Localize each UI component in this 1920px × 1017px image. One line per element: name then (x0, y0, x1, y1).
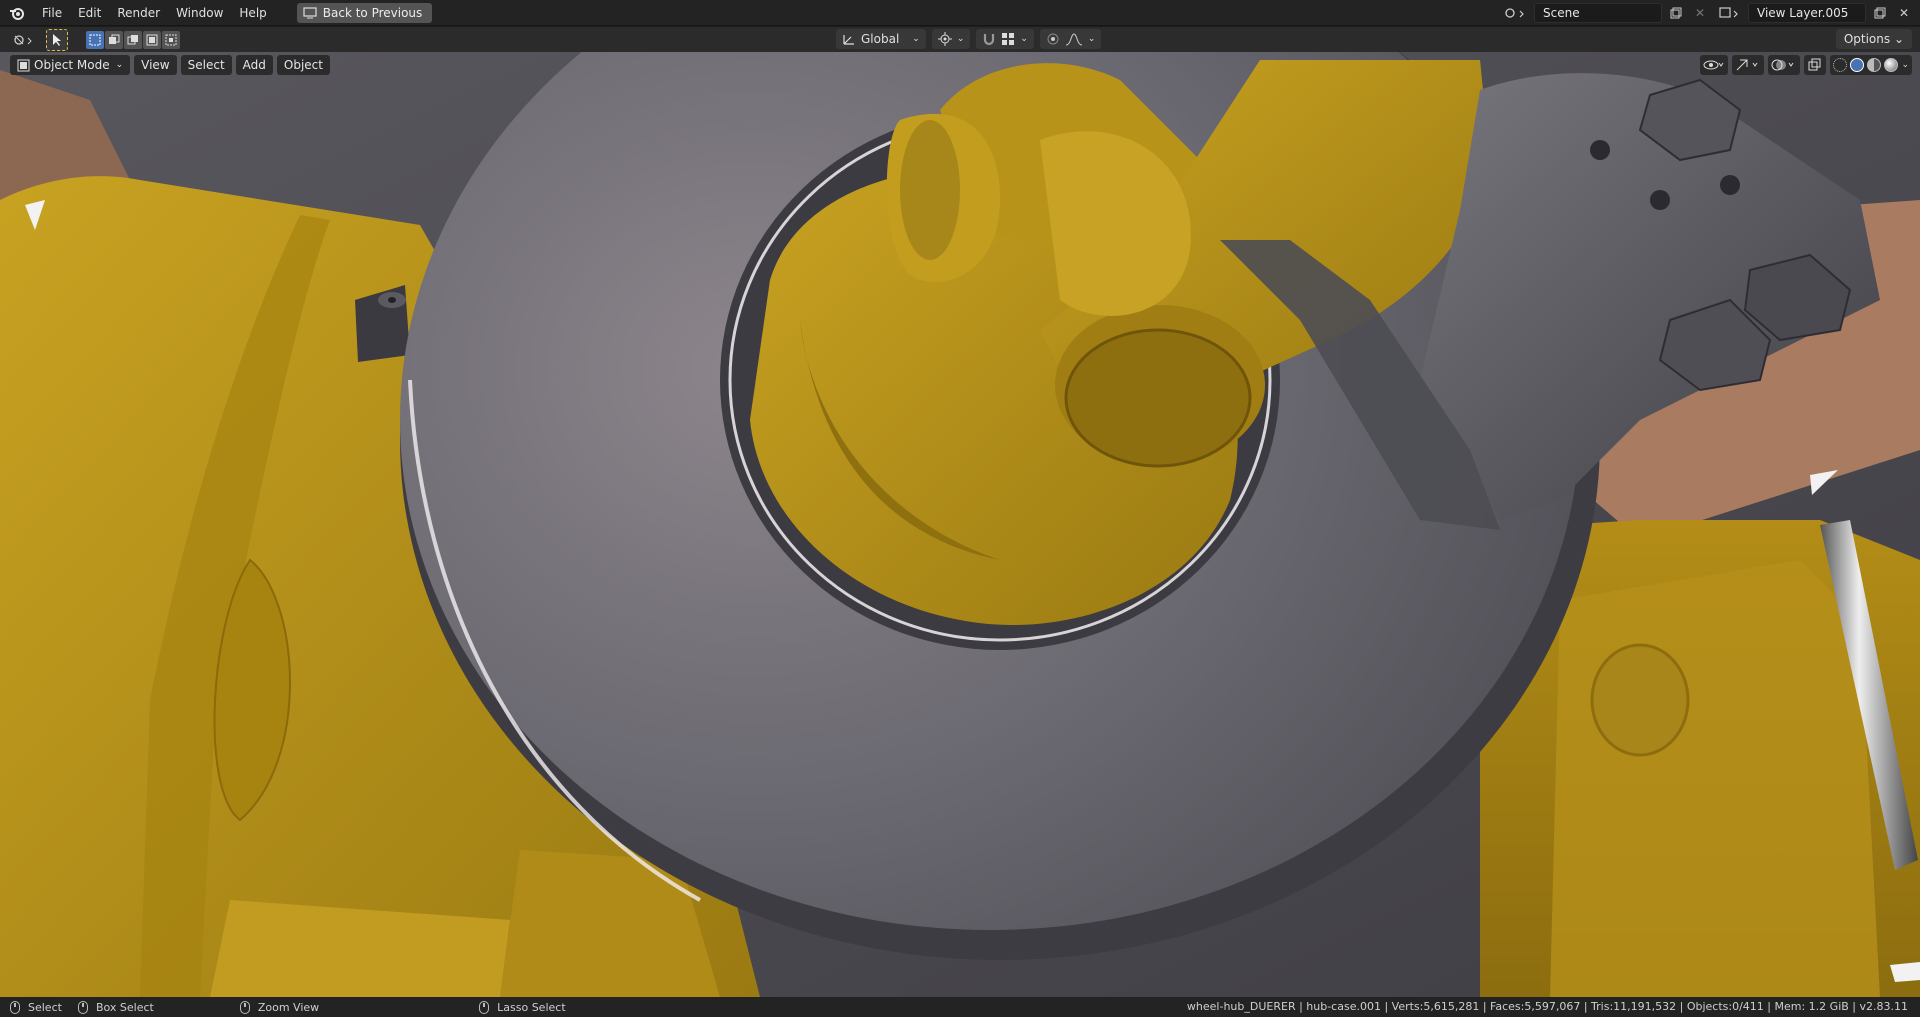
viewport-toolbar: Object Mode ⌄ View Select Add Object (10, 55, 330, 75)
gizmo-toggle-icon[interactable] (1732, 55, 1765, 75)
viewport-shading-controls: ⌄ (1700, 55, 1912, 75)
snap-grid-icon (1002, 33, 1015, 45)
delete-scene-icon[interactable]: ✕ (1690, 3, 1710, 23)
select-intersect-icon[interactable] (162, 30, 180, 49)
scene-statistics: wheel-hub_DUERER | hub-case.001 | Verts:… (1186, 1000, 1908, 1013)
screen-icon (303, 6, 317, 18)
chevron-down-icon: ⌄ (1087, 34, 1096, 44)
mouse-right-icon (479, 1000, 490, 1014)
status-bar: Select Box Select Zoom View Lasso Select… (0, 997, 1920, 1017)
view-layer-selector-icon[interactable] (1714, 3, 1744, 23)
object-mode-label: Object Mode (34, 58, 110, 72)
menu-window[interactable]: Window (168, 2, 231, 24)
scene-selector-icon[interactable] (1500, 3, 1530, 23)
menu-render[interactable]: Render (109, 2, 168, 24)
transform-orientation-dropdown[interactable]: Global ⌄ (836, 29, 926, 49)
scene-name-field[interactable]: Scene (1534, 3, 1662, 23)
mouse-left-icon (10, 1000, 20, 1014)
mouse-drag-icon (77, 1000, 88, 1014)
blender-logo-icon[interactable] (0, 0, 34, 26)
top-menubar: File Edit Render Window Help Back to Pre… (0, 0, 1920, 26)
select-menu[interactable]: Select (180, 55, 232, 75)
back-button-label: Back to Previous (322, 5, 423, 20)
viewport-header: Global ⌄ ⌄ ⌄ ⌄ Options ⌄ (0, 27, 1920, 52)
overlays-toggle-icon[interactable] (1768, 55, 1801, 75)
xray-toggle-icon[interactable] (1804, 55, 1827, 75)
menu-file[interactable]: File (34, 2, 70, 24)
pivot-icon (937, 32, 952, 46)
box-select-hint-label: Box Select (95, 1000, 154, 1014)
select-tool-icon[interactable] (46, 28, 68, 51)
select-difference-icon[interactable] (143, 30, 161, 49)
3d-viewport[interactable]: Object Mode ⌄ View Select Add Object ⌄ (0, 52, 1920, 997)
material-shading-icon[interactable] (1867, 58, 1882, 72)
viewport-render (0, 52, 1920, 997)
new-view-layer-icon[interactable] (1870, 3, 1890, 23)
status-lasso-hint: Lasso Select (479, 1000, 566, 1014)
transform-tools: Global ⌄ ⌄ ⌄ ⌄ (836, 29, 1102, 49)
add-menu[interactable]: Add (235, 55, 273, 75)
view-layer-field[interactable]: View Layer.005 (1748, 3, 1866, 23)
select-new-icon[interactable] (86, 30, 104, 49)
shading-mode-group: ⌄ (1830, 55, 1912, 75)
object-mode-dropdown[interactable]: Object Mode ⌄ (10, 55, 131, 75)
options-label: Options (1843, 32, 1891, 46)
rendered-shading-icon[interactable] (1884, 58, 1899, 72)
visibility-eye-icon[interactable] (1700, 55, 1729, 75)
new-scene-icon[interactable] (1666, 3, 1686, 23)
zoom-hint-label: Zoom View (257, 1000, 320, 1014)
menu-edit[interactable]: Edit (70, 2, 109, 24)
selection-mode-group (86, 30, 180, 49)
lasso-hint-label: Lasso Select (497, 1000, 566, 1014)
view-menu[interactable]: View (134, 55, 177, 75)
status-zoom-hint: Zoom View (239, 1000, 320, 1014)
transform-orientation-label: Global (861, 32, 900, 46)
pivot-point-dropdown[interactable]: ⌄ (931, 29, 971, 49)
chevron-down-icon: ⌄ (1020, 34, 1028, 44)
options-dropdown[interactable]: Options ⌄ (1835, 29, 1912, 49)
select-hint-label: Select (28, 1000, 62, 1014)
chevron-down-icon: ⌄ (912, 34, 920, 44)
chevron-down-icon[interactable]: ⌄ (1901, 60, 1909, 70)
wireframe-shading-icon[interactable] (1833, 58, 1848, 72)
chevron-down-icon: ⌄ (956, 34, 965, 44)
mouse-middle-icon (239, 1000, 250, 1014)
editor-type-icon[interactable] (10, 30, 38, 50)
delete-view-layer-icon[interactable]: ✕ (1894, 3, 1914, 23)
magnet-icon (984, 34, 995, 46)
object-mode-icon (17, 59, 30, 71)
back-to-previous-button[interactable]: Back to Previous (296, 2, 433, 23)
falloff-curve-icon (1065, 33, 1083, 46)
status-select-hint: Select (10, 1000, 62, 1014)
snap-controls[interactable]: ⌄ (976, 29, 1034, 49)
proportional-edit-icon (1047, 33, 1059, 45)
object-menu[interactable]: Object (276, 55, 330, 75)
proportional-edit-controls[interactable]: ⌄ (1039, 29, 1102, 49)
orientation-icon (843, 35, 854, 45)
status-box-select-hint: Box Select (77, 1000, 154, 1014)
select-extend-icon[interactable] (105, 30, 123, 49)
scene-controls: Scene ✕ View Layer.005 ✕ (1500, 3, 1914, 23)
chevron-down-icon: ⌄ (115, 60, 124, 70)
select-subtract-icon[interactable] (124, 30, 142, 49)
menu-help[interactable]: Help (231, 2, 274, 24)
solid-shading-icon[interactable] (1850, 58, 1865, 72)
